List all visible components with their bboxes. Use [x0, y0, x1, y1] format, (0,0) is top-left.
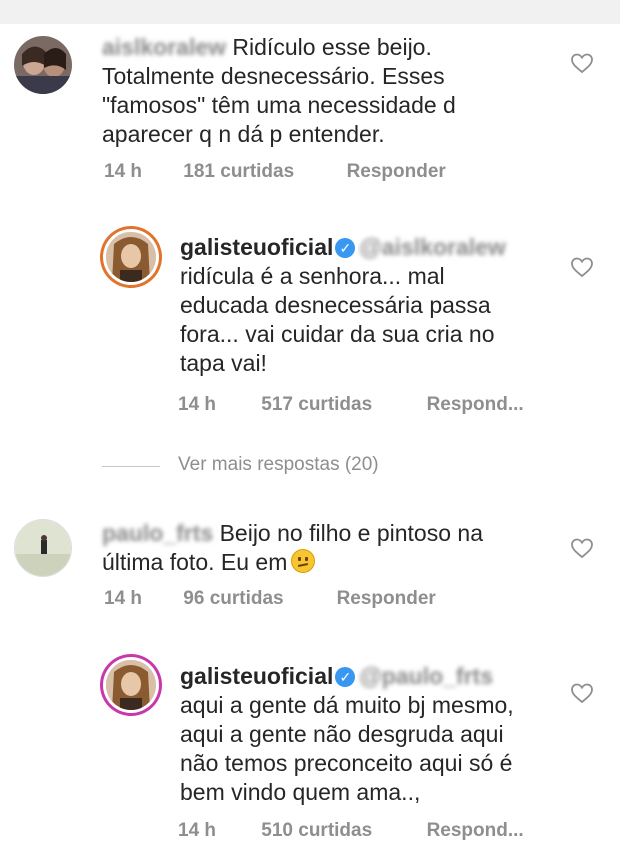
- reply-line: aqui a gente não desgruda aqui: [180, 721, 504, 747]
- reply-line: aqui a gente dá muito bj mesmo,: [180, 692, 514, 718]
- comment-line: "famosos" têm uma necessidade d: [102, 92, 456, 118]
- reply-button[interactable]: Respond...: [427, 820, 524, 842]
- reply-time: 14 h: [178, 820, 217, 841]
- avatar-image: [15, 520, 71, 576]
- mention-link[interactable]: @paulo_frts: [359, 663, 493, 689]
- comment-time: 14 h: [104, 161, 143, 182]
- comment-meta: 14 h 181 curtidas Responder: [104, 161, 446, 183]
- avatar[interactable]: [14, 36, 72, 94]
- comment-line: última foto. Eu em: [102, 549, 288, 575]
- view-more-replies[interactable]: Ver mais respostas (20): [178, 454, 379, 476]
- reply-line: bem vindo quem ama..,: [180, 779, 421, 805]
- comment-line: aparecer q n dá p entender.: [102, 121, 385, 147]
- reply-button[interactable]: Responder: [347, 161, 446, 183]
- comment-time: 14 h: [104, 588, 143, 609]
- avatar[interactable]: [106, 660, 156, 710]
- heart-icon[interactable]: [570, 256, 594, 278]
- avatar[interactable]: [14, 519, 72, 577]
- reply-text: galisteuoficial ✓ @paulo_frts aqui a gente…: [180, 662, 560, 807]
- heart-icon[interactable]: [570, 682, 594, 704]
- heart-icon[interactable]: [570, 537, 594, 559]
- likes-count[interactable]: 517 curtidas: [261, 394, 421, 416]
- reply-username[interactable]: galisteuoficial: [180, 234, 333, 260]
- comment-username[interactable]: aislkoralew: [102, 34, 226, 60]
- reply-line: fora... vai cuidar da sua cria no: [180, 321, 495, 347]
- reply-text: galisteuoficial ✓ @aislkoralew ridícula é …: [180, 233, 560, 378]
- top-strip: [0, 0, 620, 24]
- heart-icon[interactable]: [570, 52, 594, 74]
- comment-body-first: Beijo no filho e pintoso na: [219, 520, 483, 546]
- reply-line: tapa vai!: [180, 350, 267, 376]
- reply-button[interactable]: Responder: [337, 588, 436, 610]
- likes-count[interactable]: 510 curtidas: [261, 820, 421, 842]
- likes-count[interactable]: 181 curtidas: [183, 161, 341, 183]
- avatar-image: [106, 232, 156, 282]
- likes-count[interactable]: 96 curtidas: [183, 588, 331, 610]
- mention-link[interactable]: @aislkoralew: [359, 234, 505, 260]
- comment-text: paulo_frts Beijo no filho e pintoso na ú…: [102, 519, 582, 577]
- reply-line: ridícula é a senhora... mal: [180, 263, 445, 289]
- verified-badge-icon: ✓: [335, 238, 356, 258]
- reply-meta: 14 h 517 curtidas Respond...: [178, 394, 524, 416]
- comment-body-first: Ridículo esse beijo.: [232, 34, 432, 60]
- reply-username[interactable]: galisteuoficial: [180, 663, 333, 689]
- comment-text: aislkoralew Ridículo esse beijo. Totalme…: [102, 33, 582, 149]
- confused-face-emoji-icon: [291, 549, 316, 573]
- comment-username[interactable]: paulo_frts: [102, 520, 213, 546]
- verified-badge-icon: ✓: [335, 667, 356, 687]
- reply-line: educada desnecessária passa: [180, 292, 491, 318]
- avatar[interactable]: [106, 232, 156, 282]
- avatar-image: [14, 36, 72, 94]
- comment-line: Totalmente desnecessário. Esses: [102, 63, 445, 89]
- reply-meta: 14 h 510 curtidas Respond...: [178, 820, 524, 842]
- reply-time: 14 h: [178, 394, 217, 415]
- reply-line: não temos preconceito aqui só é: [180, 750, 513, 776]
- comment-meta: 14 h 96 curtidas Responder: [104, 588, 436, 610]
- divider-line: [102, 466, 160, 467]
- reply-button[interactable]: Respond...: [427, 394, 524, 416]
- avatar-image: [106, 660, 156, 710]
